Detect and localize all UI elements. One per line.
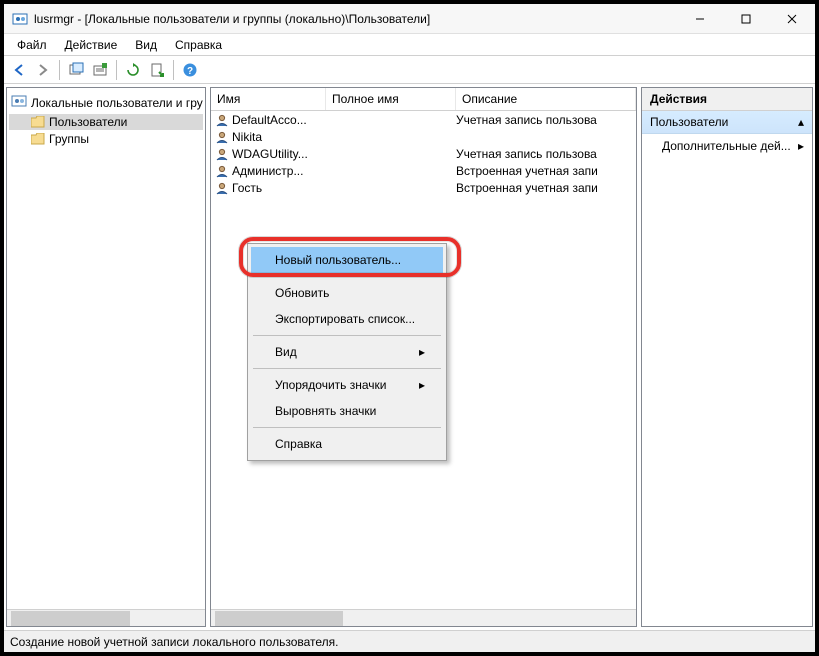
menu-help[interactable]: Справка: [166, 36, 231, 54]
user-desc: Учетная запись пользова: [456, 113, 636, 127]
new-window-icon[interactable]: [65, 59, 87, 81]
context-menu: Новый пользователь... Обновить Экспортир…: [247, 243, 447, 461]
list-item[interactable]: Nikita: [211, 128, 636, 145]
chevron-right-icon: ▸: [798, 139, 804, 153]
tree-root[interactable]: Локальные пользователи и гру: [9, 92, 203, 113]
tree-root-label: Локальные пользователи и гру: [31, 96, 203, 110]
ctx-align-icons[interactable]: Выровнять значки: [251, 398, 443, 424]
list-item[interactable]: WDAGUtility... Учетная запись пользова: [211, 145, 636, 162]
ctx-new-user[interactable]: Новый пользователь...: [251, 247, 443, 273]
app-icon: [12, 11, 28, 27]
status-text: Создание новой учетной записи локального…: [10, 635, 338, 649]
user-icon: [215, 130, 229, 144]
col-name[interactable]: Имя: [211, 88, 326, 110]
list-pane: Имя Полное имя Описание DefaultAcco... Уч…: [210, 87, 637, 627]
menu-file[interactable]: Файл: [8, 36, 56, 54]
list-item[interactable]: DefaultAcco... Учетная запись пользова: [211, 111, 636, 128]
actions-more[interactable]: Дополнительные дей... ▸: [642, 134, 812, 158]
menu-view[interactable]: Вид: [126, 36, 166, 54]
chevron-right-icon: ▸: [419, 345, 425, 359]
user-desc: Встроенная учетная запи: [456, 181, 636, 195]
titlebar: lusrmgr - [Локальные пользователи и груп…: [4, 4, 815, 34]
ctx-arrange-icons[interactable]: Упорядочить значки▸: [251, 372, 443, 398]
list-item[interactable]: Гость Встроенная учетная запи: [211, 179, 636, 196]
actions-category-label: Пользователи: [650, 115, 728, 129]
column-headers[interactable]: Имя Полное имя Описание: [211, 88, 636, 111]
refresh-icon[interactable]: [122, 59, 144, 81]
back-button[interactable]: [8, 59, 30, 81]
collapse-icon: ▴: [798, 115, 804, 129]
folder-icon: [31, 116, 45, 128]
actions-header: Действия: [642, 88, 812, 111]
ctx-view[interactable]: Вид▸: [251, 339, 443, 365]
folder-icon: [31, 133, 45, 145]
statusbar: Создание новой учетной записи локального…: [4, 630, 815, 652]
help-icon[interactable]: ?: [179, 59, 201, 81]
user-desc: Встроенная учетная запи: [456, 164, 636, 178]
tree-item-groups[interactable]: Группы: [9, 131, 203, 147]
minimize-button[interactable]: [677, 4, 723, 33]
user-icon: [215, 164, 229, 178]
user-icon: [215, 181, 229, 195]
col-fullname[interactable]: Полное имя: [326, 88, 456, 110]
user-icon: [215, 147, 229, 161]
list-item[interactable]: Администр... Встроенная учетная запи: [211, 162, 636, 179]
user-desc: Учетная запись пользова: [456, 147, 636, 161]
window-title: lusrmgr - [Локальные пользователи и груп…: [34, 12, 677, 26]
user-name: DefaultAcco...: [232, 113, 307, 127]
tree-groups-label: Группы: [49, 132, 89, 146]
users-groups-icon: [11, 93, 27, 112]
tree-hscrollbar[interactable]: [7, 609, 205, 626]
ctx-export[interactable]: Экспортировать список...: [251, 306, 443, 332]
menu-action[interactable]: Действие: [56, 36, 127, 54]
user-name: WDAGUtility...: [232, 147, 308, 161]
user-name: Администр...: [232, 164, 303, 178]
list-hscrollbar[interactable]: [211, 609, 636, 626]
chevron-right-icon: ▸: [419, 378, 425, 392]
col-desc[interactable]: Описание: [456, 88, 636, 110]
user-name: Nikita: [232, 130, 262, 144]
toolbar: ?: [4, 56, 815, 84]
forward-button[interactable]: [32, 59, 54, 81]
actions-pane: Действия Пользователи ▴ Дополнительные д…: [641, 87, 813, 627]
ctx-refresh[interactable]: Обновить: [251, 280, 443, 306]
actions-more-label: Дополнительные дей...: [662, 139, 791, 153]
menubar: Файл Действие Вид Справка: [4, 34, 815, 56]
tree-item-users[interactable]: Пользователи: [9, 114, 203, 130]
properties-icon[interactable]: [89, 59, 111, 81]
close-button[interactable]: [769, 4, 815, 33]
user-list[interactable]: DefaultAcco... Учетная запись пользова Nik…: [211, 111, 636, 609]
tree-users-label: Пользователи: [49, 115, 127, 129]
svg-text:?: ?: [187, 66, 193, 77]
user-name: Гость: [232, 181, 262, 195]
tree-pane: Локальные пользователи и гру Пользовател…: [6, 87, 206, 627]
actions-category[interactable]: Пользователи ▴: [642, 111, 812, 134]
maximize-button[interactable]: [723, 4, 769, 33]
export-icon[interactable]: [146, 59, 168, 81]
user-icon: [215, 113, 229, 127]
ctx-help[interactable]: Справка: [251, 431, 443, 457]
